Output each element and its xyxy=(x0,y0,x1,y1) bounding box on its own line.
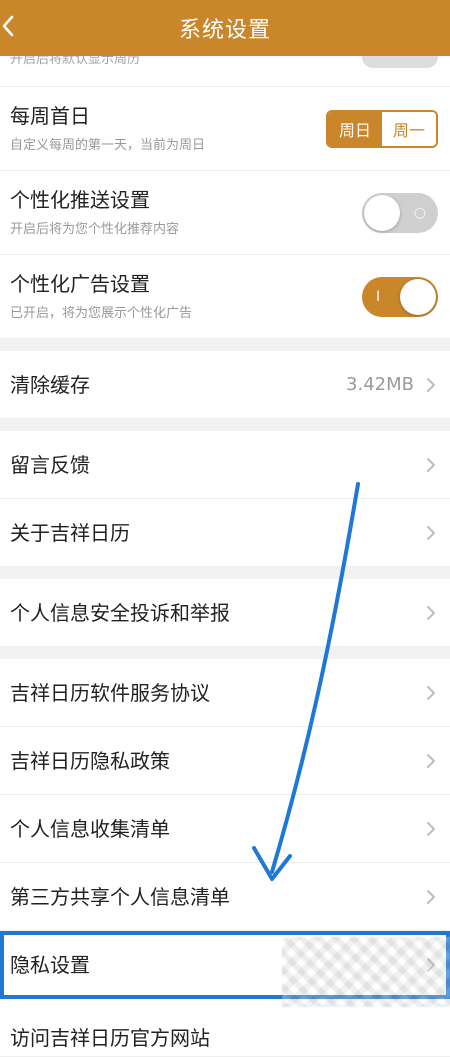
toggle-knob xyxy=(400,278,436,315)
section-gap xyxy=(0,419,450,431)
service-agreement-label: 吉祥日历软件服务协议 xyxy=(10,680,210,705)
clear-cache-label: 清除缓存 xyxy=(10,372,90,397)
chevron-right-icon xyxy=(427,889,435,904)
personalized-push-label: 个性化推送设置 xyxy=(10,188,150,212)
info-collection-label: 个人信息收集清单 xyxy=(10,816,170,841)
privacy-policy-row[interactable]: 吉祥日历隐私政策 xyxy=(0,727,450,795)
cache-size: 3.42MB xyxy=(346,374,414,395)
about-row[interactable]: 关于吉祥日历 xyxy=(0,499,450,567)
personalized-ads-row: 个性化广告设置 已开启，将为您展示个性化广告 I xyxy=(0,255,450,339)
settings-list: 开启后将默认显示周历 每周首日 自定义每周的第一天，当前为周日 周日 周一 个性… xyxy=(0,56,450,1057)
toggle-off-icon: ○ xyxy=(413,204,426,221)
section-gap xyxy=(0,567,450,579)
blurred-watermark xyxy=(282,937,450,1007)
third-party-sharing-row[interactable]: 第三方共享个人信息清单 xyxy=(0,863,450,931)
chevron-right-icon xyxy=(427,605,435,620)
complaint-row[interactable]: 个人信息安全投诉和举报 xyxy=(0,579,450,647)
toggle-knob xyxy=(364,194,400,231)
week-start-desc: 自定义每周的第一天，当前为周日 xyxy=(10,138,206,153)
personalized-ads-toggle[interactable]: I xyxy=(362,276,438,317)
chevron-right-icon xyxy=(427,457,435,472)
chevron-right-icon xyxy=(427,525,435,540)
week-start-row: 每周首日 自定义每周的第一天，当前为周日 周日 周一 xyxy=(0,87,450,171)
privacy-settings-label: 隐私设置 xyxy=(10,952,90,977)
about-label: 关于吉祥日历 xyxy=(10,520,130,545)
personalized-ads-label: 个性化广告设置 xyxy=(10,272,150,296)
partial-row-desc: 开启后将默认显示周历 xyxy=(10,56,141,67)
week-start-segmented: 周日 周一 xyxy=(326,109,438,148)
section-gap xyxy=(0,339,450,351)
privacy-policy-label: 吉祥日历隐私政策 xyxy=(10,748,170,773)
week-start-option-monday[interactable]: 周一 xyxy=(382,111,436,146)
partial-row: 开启后将默认显示周历 xyxy=(0,56,450,87)
chevron-right-icon xyxy=(427,821,435,836)
section-gap xyxy=(0,647,450,659)
feedback-label: 留言反馈 xyxy=(10,452,90,477)
info-collection-row[interactable]: 个人信息收集清单 xyxy=(0,795,450,863)
service-agreement-row[interactable]: 吉祥日历软件服务协议 xyxy=(0,659,450,727)
toggle-on-icon: I xyxy=(376,288,381,305)
personalized-push-row: 个性化推送设置 开启后将为您个性化推荐内容 ○ xyxy=(0,171,450,255)
feedback-row[interactable]: 留言反馈 xyxy=(0,431,450,499)
week-start-option-sunday[interactable]: 周日 xyxy=(328,111,382,146)
chevron-right-icon xyxy=(427,753,435,768)
chevron-left-icon xyxy=(2,15,14,37)
complaint-label: 个人信息安全投诉和举报 xyxy=(10,600,230,625)
chevron-right-icon xyxy=(427,685,435,700)
partial-toggle xyxy=(362,56,438,68)
official-website-label: 访问吉祥日历官方网站 xyxy=(10,1026,210,1050)
official-website-row[interactable]: 访问吉祥日历官方网站 xyxy=(0,999,450,1057)
page-title: 系统设置 xyxy=(178,18,271,43)
chevron-right-icon xyxy=(427,377,435,392)
week-start-label: 每周首日 xyxy=(10,104,90,128)
personalized-push-desc: 开启后将为您个性化推荐内容 xyxy=(10,222,180,237)
third-party-sharing-label: 第三方共享个人信息清单 xyxy=(10,884,230,909)
personalized-ads-desc: 已开启，将为您展示个性化广告 xyxy=(10,306,193,321)
clear-cache-row[interactable]: 清除缓存 3.42MB xyxy=(0,351,450,419)
app-header: 系统设置 xyxy=(0,0,450,56)
back-button[interactable] xyxy=(0,6,22,46)
personalized-push-toggle[interactable]: ○ xyxy=(362,192,438,233)
